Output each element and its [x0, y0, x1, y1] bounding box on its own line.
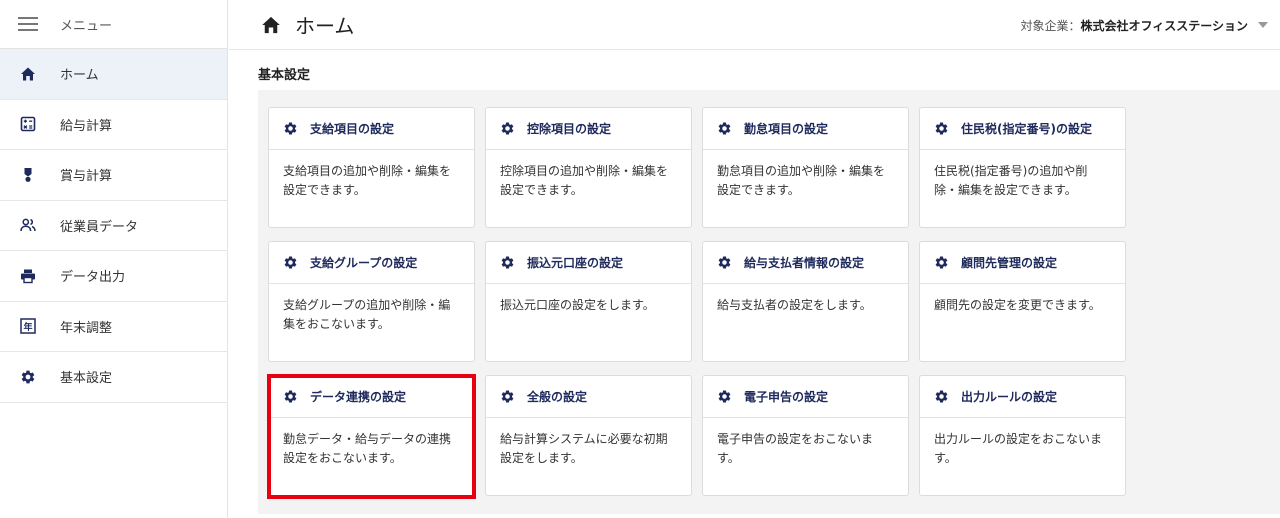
gear-icon — [934, 389, 949, 404]
sidebar-item-bonus[interactable]: 賞与計算 — [0, 150, 227, 201]
sidebar-item-label: ホーム — [60, 68, 99, 84]
card-title: データ連携の設定 — [310, 390, 407, 404]
gear-icon — [934, 121, 949, 136]
card-description: 支給グループの追加や削除・編集をおこないます。 — [283, 298, 451, 331]
settings-card-10[interactable]: 全般の設定 給与計算システムに必要な初期設定をします。 — [485, 375, 692, 496]
sidebar-item-label: データ出力 — [60, 270, 126, 286]
home-icon — [20, 66, 36, 82]
settings-card-11[interactable]: 電子申告の設定 電子申告の設定をおこないます。 — [702, 375, 909, 496]
card-title: 出力ルールの設定 — [961, 390, 1058, 404]
card-description: 出力ルールの設定をおこないます。 — [934, 432, 1103, 465]
settings-card-12[interactable]: 出力ルールの設定 出力ルールの設定をおこないます。 — [919, 375, 1126, 496]
settings-card-4[interactable]: 住民税(指定番号)の設定 住民税(指定番号)の追加や削除・編集を設定できます。 — [919, 107, 1126, 228]
gear-icon — [283, 389, 298, 404]
card-title: 控除項目の設定 — [527, 122, 612, 136]
menu-title: メニュー — [60, 18, 113, 34]
card-description: 支給項目の追加や削除・編集を設定できます。 — [283, 164, 452, 197]
page-header: ホーム 対象企業： 株式会社オフィスステーション — [229, 0, 1280, 50]
company-name: 株式会社オフィスステーション — [1080, 18, 1248, 33]
hamburger-menu-icon[interactable] — [18, 17, 38, 31]
settings-card-9[interactable]: データ連携の設定 勤怠データ・給与データの連携設定をおこないます。 — [268, 375, 475, 496]
gear-icon — [717, 255, 732, 270]
card-description: 給与計算システムに必要な初期設定をします。 — [500, 432, 668, 465]
gear-icon — [717, 389, 732, 404]
sidebar-item-year-end[interactable]: 年 年末調整 — [0, 302, 227, 352]
settings-card-5[interactable]: 支給グループの設定 支給グループの追加や削除・編集をおこないます。 — [268, 241, 475, 362]
year-icon-glyph: 年 — [23, 321, 32, 333]
card-header: 全般の設定 — [486, 376, 691, 418]
card-header: 勤怠項目の設定 — [703, 108, 908, 150]
card-description: 給与支払者の設定をします。 — [717, 298, 872, 312]
card-header: 住民税(指定番号)の設定 — [920, 108, 1125, 150]
settings-card-1[interactable]: 支給項目の設定 支給項目の追加や削除・編集を設定できます。 — [268, 107, 475, 228]
sidebar-item-label: 基本設定 — [60, 371, 113, 387]
home-icon — [261, 15, 281, 35]
card-description: 控除項目の追加や削除・編集を設定できます。 — [500, 164, 669, 197]
settings-card-8[interactable]: 顧問先管理の設定 顧問先の設定を変更できます。 — [919, 241, 1126, 362]
gear-icon — [500, 255, 515, 270]
card-header: 振込元口座の設定 — [486, 242, 691, 284]
card-header: 支給グループの設定 — [269, 242, 474, 284]
section-title: 基本設定 — [258, 68, 311, 83]
card-header: 控除項目の設定 — [486, 108, 691, 150]
card-title: 勤怠項目の設定 — [744, 122, 829, 136]
card-title: 住民税(指定番号)の設定 — [961, 122, 1092, 136]
company-label: 対象企業： — [1020, 18, 1081, 33]
people-icon — [20, 217, 36, 233]
settings-card-6[interactable]: 振込元口座の設定 振込元口座の設定をします。 — [485, 241, 692, 362]
card-header: 顧問先管理の設定 — [920, 242, 1125, 284]
card-title: 支給項目の設定 — [310, 122, 395, 136]
gear-icon — [934, 255, 949, 270]
page-title: ホーム — [295, 14, 355, 38]
gear-icon — [500, 121, 515, 136]
sidebar-item-basic-settings[interactable]: 基本設定 — [0, 352, 227, 403]
card-title: 振込元口座の設定 — [527, 256, 624, 270]
card-description: 住民税(指定番号)の追加や削除・編集を設定できます。 — [934, 164, 1088, 197]
sidebar-item-data-output[interactable]: データ出力 — [0, 251, 227, 302]
card-title: 支給グループの設定 — [310, 256, 418, 270]
menu-header: メニュー — [0, 0, 227, 49]
card-title: 給与支払者情報の設定 — [744, 256, 865, 270]
gear-icon — [500, 389, 515, 404]
company-selector[interactable]: 対象企業： 株式会社オフィスステーション — [1020, 0, 1268, 50]
card-description: 顧問先の設定を変更できます。 — [934, 298, 1101, 312]
card-header: データ連携の設定 — [269, 376, 474, 418]
sidebar-item-payroll[interactable]: 給与計算 — [0, 100, 227, 150]
settings-card-2[interactable]: 控除項目の設定 控除項目の追加や削除・編集を設定できます。 — [485, 107, 692, 228]
card-header: 支給項目の設定 — [269, 108, 474, 150]
sidebar-item-label: 従業員データ — [60, 219, 139, 235]
card-header: 出力ルールの設定 — [920, 376, 1125, 418]
card-description: 電子申告の設定をおこないます。 — [717, 432, 874, 465]
sidebar-item-label: 年末調整 — [60, 320, 113, 336]
settings-card-7[interactable]: 給与支払者情報の設定 給与支払者の設定をします。 — [702, 241, 909, 362]
gear-icon — [283, 121, 298, 136]
year-icon: 年 — [20, 318, 36, 334]
gear-icon — [283, 255, 298, 270]
gear-icon — [20, 369, 36, 385]
sidebar-item-label: 給与計算 — [60, 118, 113, 134]
card-description: 勤怠データ・給与データの連携設定をおこないます。 — [283, 432, 452, 465]
card-title: 電子申告の設定 — [744, 390, 829, 404]
card-title: 全般の設定 — [527, 390, 588, 404]
medal-icon — [20, 167, 36, 183]
sidebar-item-employees[interactable]: 従業員データ — [0, 201, 227, 251]
settings-card-3[interactable]: 勤怠項目の設定 勤怠項目の追加や削除・編集を設定できます。 — [702, 107, 909, 228]
chevron-down-icon[interactable] — [1258, 22, 1268, 28]
card-title: 顧問先管理の設定 — [961, 256, 1058, 270]
card-header: 電子申告の設定 — [703, 376, 908, 418]
card-description: 勤怠項目の追加や削除・編集を設定できます。 — [717, 164, 886, 197]
gear-icon — [717, 121, 732, 136]
sidebar: メニュー ホーム 給与計算 賞与計算 従業員データ データ出力 年 年末調整 基… — [0, 0, 228, 518]
calculator-icon — [20, 116, 36, 132]
sidebar-item-label: 賞与計算 — [60, 169, 113, 185]
card-description: 振込元口座の設定をします。 — [500, 298, 655, 312]
sidebar-item-home[interactable]: ホーム — [0, 49, 227, 100]
card-header: 給与支払者情報の設定 — [703, 242, 908, 284]
printer-icon — [20, 268, 36, 284]
